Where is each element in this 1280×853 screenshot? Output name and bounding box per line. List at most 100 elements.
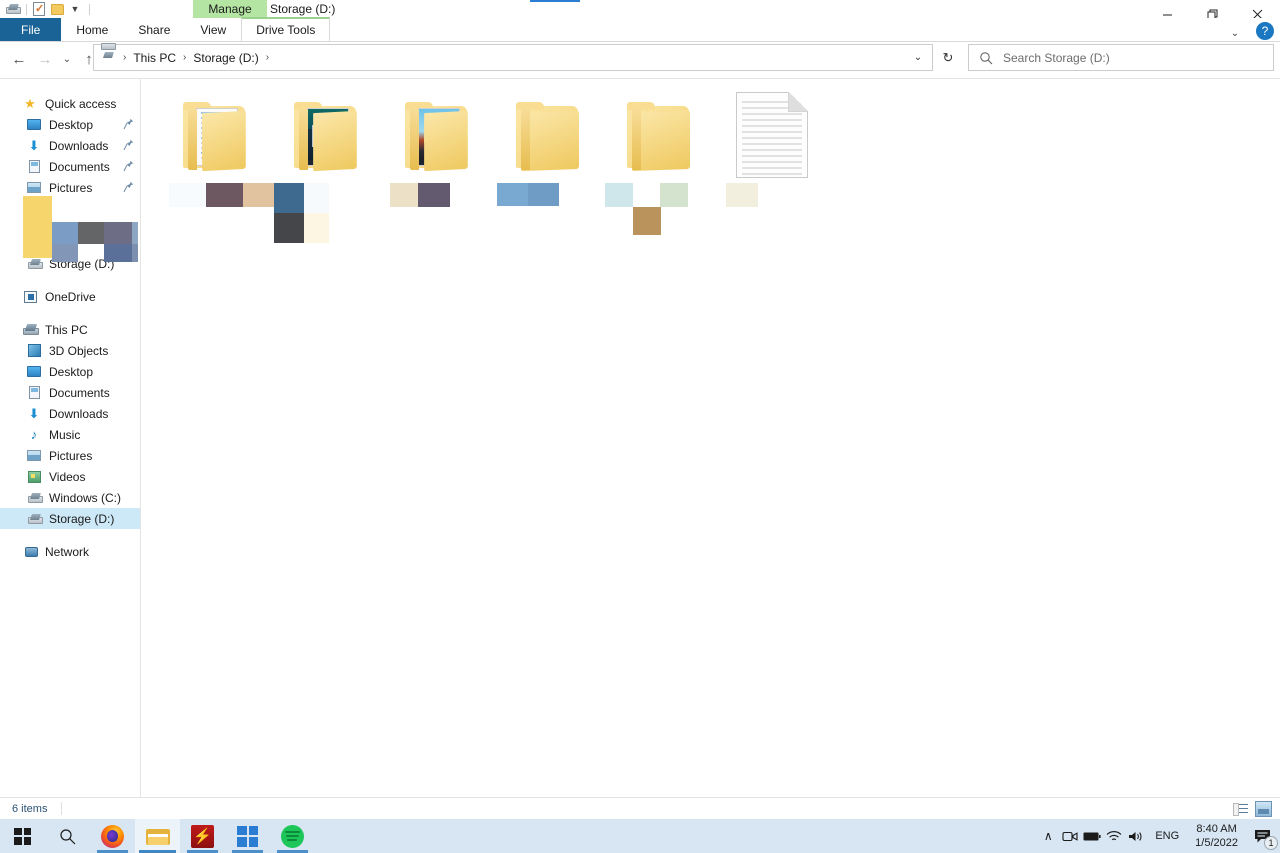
label-block	[304, 183, 329, 213]
tab-drive-tools[interactable]: Drive Tools	[241, 17, 330, 41]
file-thumbnail[interactable]	[607, 87, 714, 183]
file-thumbnail[interactable]	[385, 87, 492, 183]
label-block	[274, 213, 304, 243]
new-folder-icon[interactable]	[49, 1, 65, 17]
sidebar-item-pictures[interactable]: Pictures	[0, 445, 140, 466]
onedrive-icon	[22, 289, 38, 305]
drive-icon[interactable]	[4, 1, 20, 17]
file-list-pane[interactable]	[141, 79, 1280, 797]
sidebar-item-this-pc[interactable]: This PC	[0, 319, 140, 340]
taskbar-search-button[interactable]	[45, 819, 90, 853]
lightning-bolt-icon: ⚡	[191, 825, 214, 848]
file-thumbnail[interactable]	[274, 87, 381, 183]
pin-icon-desktop[interactable]	[123, 118, 134, 130]
sidebar-item-downloads-qa[interactable]: ⬇ Downloads	[0, 135, 140, 156]
file-thumbnail[interactable]	[163, 87, 270, 183]
taskbar-spotify[interactable]	[270, 819, 315, 853]
chevron-down-icon[interactable]: ▼	[67, 1, 83, 17]
tab-file[interactable]: File	[0, 18, 61, 41]
sidebar-item-documents[interactable]: Documents	[0, 382, 140, 403]
back-button[interactable]: ←	[6, 46, 32, 72]
tab-home[interactable]: Home	[61, 18, 123, 41]
address-dropdown-icon[interactable]: ⌄	[904, 45, 932, 70]
file-item[interactable]	[605, 87, 716, 212]
3d-objects-icon	[26, 343, 42, 359]
sidebar-item-music[interactable]: ♪ Music	[0, 424, 140, 445]
tab-share[interactable]: Share	[123, 18, 185, 41]
file-item[interactable]	[494, 87, 605, 212]
breadcrumb-storage-d[interactable]: Storage (D:)	[190, 47, 261, 68]
search-icon	[59, 828, 76, 845]
pin-icon-documents[interactable]	[123, 160, 134, 172]
sidebar-label-videos: Videos	[49, 470, 85, 484]
pin-icon-downloads[interactable]	[123, 139, 134, 151]
sidebar-label-music: Music	[49, 428, 80, 442]
star-icon: ★	[22, 96, 38, 112]
sidebar-item-storage-d[interactable]: Storage (D:)	[0, 508, 140, 529]
sidebar-item-3d-objects[interactable]: 3D Objects	[0, 340, 140, 361]
taskbar-file-explorer[interactable]	[135, 819, 180, 853]
search-box[interactable]: Search Storage (D:)	[968, 44, 1274, 71]
recent-locations-button[interactable]: ⌄	[58, 46, 76, 72]
sidebar-label-pictures: Pictures	[49, 449, 92, 463]
file-item[interactable]	[272, 87, 383, 212]
taskbar-flash-app[interactable]: ⚡	[180, 819, 225, 853]
clock-time: 8:40 AM	[1196, 822, 1236, 836]
breadcrumb-this-pc[interactable]: This PC	[130, 47, 179, 68]
navigation-pane: ★ Quick access Desktop ⬇ Downloads Docum…	[0, 79, 140, 797]
label-block	[497, 183, 528, 206]
overlay-block-gray	[78, 222, 104, 244]
sidebar-item-network[interactable]: Network	[0, 541, 140, 562]
details-view-button[interactable]	[1232, 801, 1249, 817]
documents-icon	[26, 385, 42, 401]
sidebar-label-pictures-qa: Pictures	[49, 181, 92, 195]
meet-now-icon[interactable]	[1059, 819, 1081, 853]
sidebar-item-downloads[interactable]: ⬇ Downloads	[0, 403, 140, 424]
file-thumbnail[interactable]	[718, 87, 825, 183]
breadcrumb-separator-2[interactable]: ›	[262, 52, 273, 63]
battery-icon[interactable]	[1081, 819, 1103, 853]
label-block	[390, 183, 418, 207]
folder-closed-icon	[622, 96, 700, 174]
top-accent-line	[530, 0, 580, 2]
forward-button[interactable]: →	[32, 46, 58, 72]
system-tray: ∧ ENG 8:40 AM 1/5/2022 1	[1037, 819, 1280, 853]
clock[interactable]: 8:40 AM 1/5/2022	[1187, 819, 1246, 853]
label-block	[726, 183, 758, 207]
sidebar-item-desktop-qa[interactable]: Desktop	[0, 114, 140, 135]
tray-overflow-chevron-icon[interactable]: ∧	[1037, 819, 1059, 853]
help-icon[interactable]: ?	[1256, 22, 1274, 40]
sidebar-item-quick-access[interactable]: ★ Quick access	[0, 93, 140, 114]
sidebar-item-documents-qa[interactable]: Documents	[0, 156, 140, 177]
language-indicator[interactable]: ENG	[1147, 819, 1187, 853]
sidebar-gap-3	[0, 529, 140, 541]
taskbar-firefox[interactable]	[90, 819, 135, 853]
start-button[interactable]	[0, 819, 45, 853]
file-thumbnail[interactable]	[496, 87, 603, 183]
tab-view[interactable]: View	[185, 18, 241, 41]
monitor-icon	[26, 364, 42, 380]
breadcrumb-separator-0[interactable]: ›	[119, 52, 130, 63]
taskbar-microsoft-store[interactable]	[225, 819, 270, 853]
notification-center-button[interactable]: 1	[1246, 819, 1280, 853]
sidebar-item-desktop[interactable]: Desktop	[0, 361, 140, 382]
properties-icon[interactable]	[31, 1, 47, 17]
ribbon-collapse-chevron-icon[interactable]: ⌄	[1224, 24, 1246, 42]
sidebar-item-windows-c[interactable]: Windows (C:)	[0, 487, 140, 508]
refresh-button[interactable]: ↻	[934, 44, 962, 71]
address-bar[interactable]: › This PC › Storage (D:) › ⌄	[93, 44, 933, 71]
sidebar-item-onedrive[interactable]: OneDrive	[0, 286, 140, 307]
file-item[interactable]	[383, 87, 494, 212]
file-label-overlay	[605, 183, 716, 241]
sidebar-item-pictures-qa[interactable]: Pictures	[0, 177, 140, 198]
volume-icon[interactable]	[1125, 819, 1147, 853]
clock-date: 1/5/2022	[1195, 836, 1238, 850]
file-label-overlay	[272, 183, 383, 241]
file-item[interactable]	[161, 87, 272, 212]
pin-icon-pictures[interactable]	[123, 181, 134, 193]
file-item[interactable]	[716, 87, 827, 212]
large-icons-view-button[interactable]	[1255, 801, 1272, 817]
sidebar-item-videos[interactable]: Videos	[0, 466, 140, 487]
network-wifi-icon[interactable]	[1103, 819, 1125, 853]
breadcrumb-separator-1[interactable]: ›	[179, 52, 190, 63]
